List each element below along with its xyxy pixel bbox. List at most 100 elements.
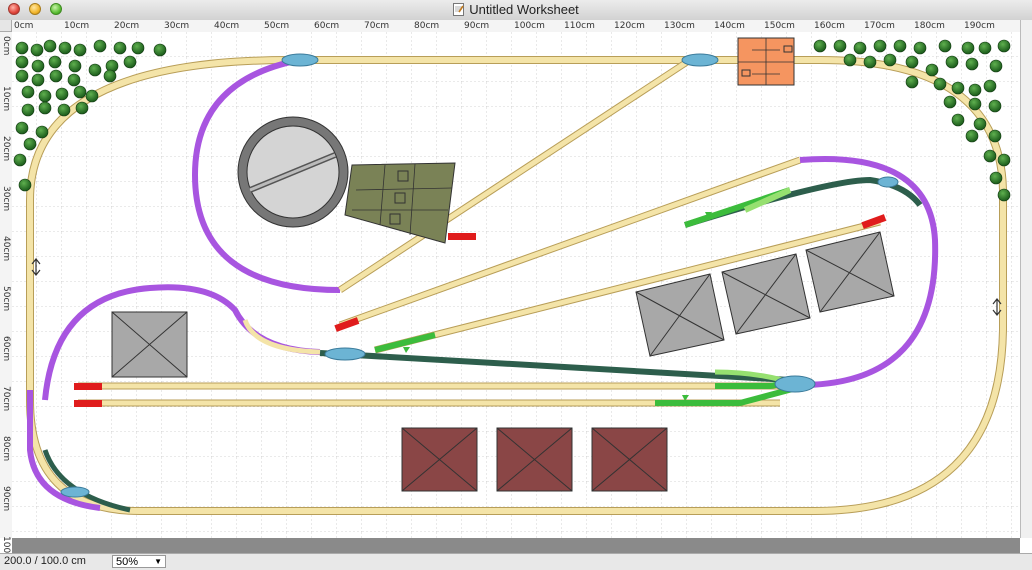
tree[interactable] bbox=[58, 41, 72, 55]
tree[interactable] bbox=[833, 39, 847, 53]
ruler-label: 50cm bbox=[1, 286, 11, 312]
tree[interactable] bbox=[31, 73, 45, 87]
tree[interactable] bbox=[968, 97, 982, 111]
tree[interactable] bbox=[925, 63, 939, 77]
tree[interactable] bbox=[55, 87, 69, 101]
tree[interactable] bbox=[68, 59, 82, 73]
tree[interactable] bbox=[938, 39, 952, 53]
tree[interactable] bbox=[951, 81, 965, 95]
tree[interactable] bbox=[48, 55, 62, 69]
tree[interactable] bbox=[21, 85, 35, 99]
tree[interactable] bbox=[103, 69, 117, 83]
tree[interactable] bbox=[13, 153, 27, 167]
ruler-label: 20cm bbox=[1, 136, 11, 162]
ruler-label: 40cm bbox=[1, 236, 11, 262]
tree[interactable] bbox=[15, 121, 29, 135]
tree[interactable] bbox=[951, 113, 965, 127]
tree[interactable] bbox=[873, 39, 887, 53]
tree[interactable] bbox=[893, 39, 907, 53]
chevron-down-icon: ▼ bbox=[154, 557, 162, 566]
tree[interactable] bbox=[38, 101, 52, 115]
tree[interactable] bbox=[988, 129, 1002, 143]
window-title-text: Untitled Worksheet bbox=[469, 2, 579, 17]
vertical-scrollbar[interactable] bbox=[1020, 20, 1032, 538]
ruler-label: 190cm bbox=[964, 21, 995, 31]
ruler-label: 170cm bbox=[864, 21, 895, 31]
zoom-value: 50% bbox=[116, 556, 139, 568]
ruler-label: 10cm bbox=[1, 86, 11, 112]
tree[interactable] bbox=[75, 101, 89, 115]
ruler-label: 30cm bbox=[1, 186, 11, 212]
tree[interactable] bbox=[18, 178, 32, 192]
tree[interactable] bbox=[989, 59, 1003, 73]
ruler-label: 90cm bbox=[1, 486, 11, 512]
tree[interactable] bbox=[31, 59, 45, 73]
ruler-label: 100cm bbox=[514, 21, 545, 31]
ruler-label: 110cm bbox=[564, 21, 595, 31]
tree[interactable] bbox=[945, 55, 959, 69]
worksheet-canvas[interactable] bbox=[12, 32, 1020, 538]
tree[interactable] bbox=[989, 171, 1003, 185]
ruler-label: 30cm bbox=[164, 21, 190, 31]
tree[interactable] bbox=[15, 69, 29, 83]
title-bar: Untitled Worksheet bbox=[0, 0, 1032, 21]
tree[interactable] bbox=[38, 89, 52, 103]
tree[interactable] bbox=[883, 53, 897, 67]
tree[interactable] bbox=[905, 75, 919, 89]
tree[interactable] bbox=[853, 41, 867, 55]
tree[interactable] bbox=[913, 41, 927, 55]
ruler-label: 0cm bbox=[1, 36, 11, 56]
ruler-label: 160cm bbox=[814, 21, 845, 31]
tree[interactable] bbox=[88, 63, 102, 77]
tree[interactable] bbox=[43, 39, 57, 53]
ruler-label: 0cm bbox=[14, 21, 34, 31]
tree[interactable] bbox=[123, 55, 137, 69]
worksheet-dimensions: 200.0 / 100.0 cm bbox=[4, 555, 86, 567]
ruler-label: 60cm bbox=[314, 21, 340, 31]
ruler-label: 120cm bbox=[614, 21, 645, 31]
tree[interactable] bbox=[965, 129, 979, 143]
ruler-label: 140cm bbox=[714, 21, 745, 31]
tree[interactable] bbox=[997, 39, 1011, 53]
tree[interactable] bbox=[73, 43, 87, 57]
tree[interactable] bbox=[997, 153, 1011, 167]
tree[interactable] bbox=[21, 103, 35, 117]
tree[interactable] bbox=[113, 41, 127, 55]
tree[interactable] bbox=[983, 79, 997, 93]
brown-buildings[interactable] bbox=[401, 427, 668, 492]
tree[interactable] bbox=[57, 103, 71, 117]
tree[interactable] bbox=[73, 85, 87, 99]
tree[interactable] bbox=[961, 41, 975, 55]
tree[interactable] bbox=[997, 188, 1011, 202]
tree[interactable] bbox=[93, 39, 107, 53]
tree[interactable] bbox=[15, 55, 29, 69]
tree[interactable] bbox=[973, 117, 987, 131]
tree[interactable] bbox=[30, 43, 44, 57]
tree[interactable] bbox=[978, 41, 992, 55]
tree[interactable] bbox=[131, 41, 145, 55]
tree[interactable] bbox=[813, 39, 827, 53]
tree[interactable] bbox=[983, 149, 997, 163]
layout-drawing[interactable] bbox=[12, 32, 1020, 538]
tree[interactable] bbox=[968, 83, 982, 97]
tree[interactable] bbox=[905, 55, 919, 69]
tree[interactable] bbox=[943, 95, 957, 109]
status-bar: 200.0 / 100.0 cm 50% ▼ bbox=[0, 553, 1032, 570]
window-title: Untitled Worksheet bbox=[0, 2, 1032, 17]
ruler-label: 40cm bbox=[214, 21, 240, 31]
tree[interactable] bbox=[863, 55, 877, 69]
tree[interactable] bbox=[23, 137, 37, 151]
tree[interactable] bbox=[49, 69, 63, 83]
zoom-select[interactable]: 50% ▼ bbox=[112, 555, 166, 568]
tree[interactable] bbox=[988, 99, 1002, 113]
tree[interactable] bbox=[933, 77, 947, 91]
tree[interactable] bbox=[67, 73, 81, 87]
tree[interactable] bbox=[843, 53, 857, 67]
tree[interactable] bbox=[965, 57, 979, 71]
ruler-corner bbox=[0, 20, 12, 32]
tree[interactable] bbox=[85, 89, 99, 103]
tree[interactable] bbox=[35, 125, 49, 139]
station-building[interactable] bbox=[737, 37, 795, 86]
tree[interactable] bbox=[153, 43, 167, 57]
tree[interactable] bbox=[15, 41, 29, 55]
